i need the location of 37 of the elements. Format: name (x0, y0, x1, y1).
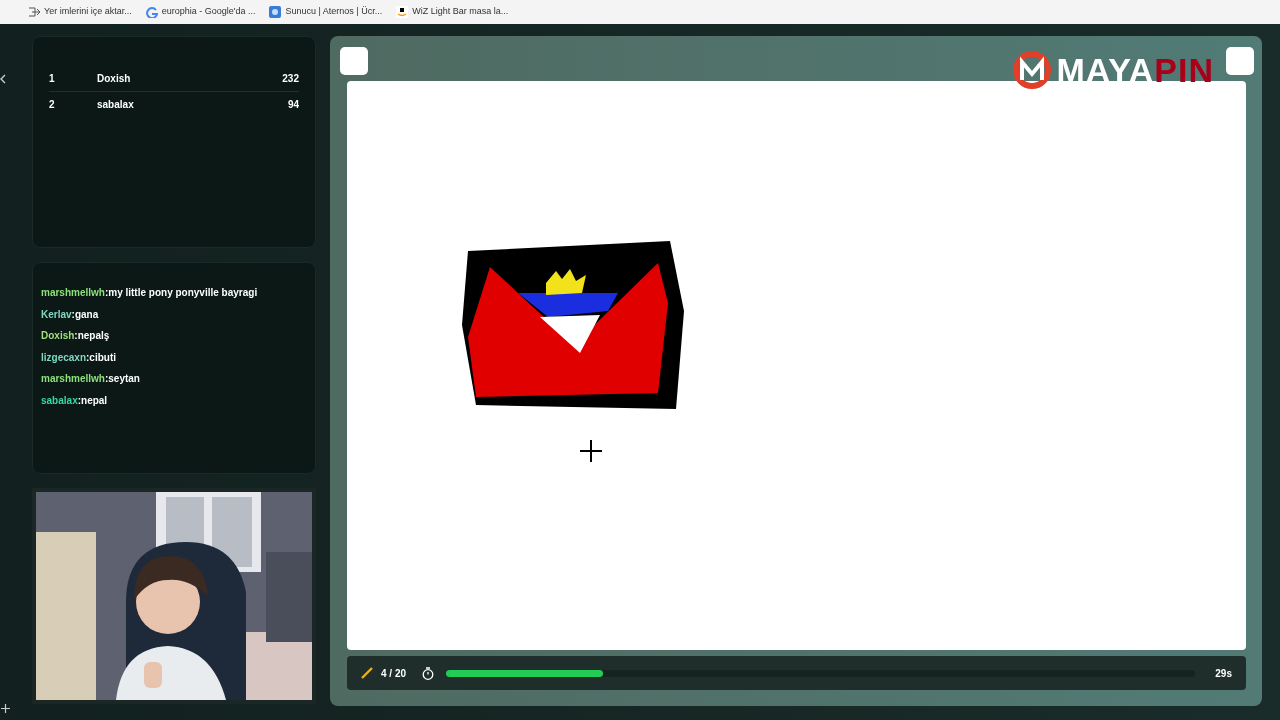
pencil-icon (361, 667, 373, 679)
stopwatch-icon (422, 666, 435, 680)
tool-button[interactable] (1226, 47, 1254, 75)
chat-username: marshmellwh (41, 373, 105, 384)
chat-message: :nepalş (74, 330, 110, 341)
plus-icon (1, 704, 10, 713)
chat-username: marshmellwh (41, 287, 105, 298)
chat-message: :cibuti (86, 351, 117, 363)
chat-message: :my little pony ponyville bayragi (104, 287, 258, 298)
bookmark-link[interactable]: Yer imlerini içe aktar... (28, 5, 132, 19)
chevron-icon[interactable] (0, 74, 6, 84)
crosshair-icon (580, 440, 602, 462)
chat-username: Doxish (41, 330, 75, 341)
logo-text: PIN (1154, 53, 1214, 87)
time-left: 29s (1215, 666, 1232, 681)
logo-text: MAYA (1056, 53, 1155, 87)
bookmark-link[interactable]: Sunucu | Aternos | Ücr... (269, 5, 383, 19)
player-name: Doxish (97, 71, 132, 86)
chat-username: Kerlav (41, 308, 72, 320)
chat-username: lizgecaxn (41, 351, 87, 363)
tool-button[interactable] (340, 47, 368, 75)
chat-username: sabalax (41, 394, 78, 406)
bookmark-link[interactable]: WiZ Light Bar masa la... (396, 5, 509, 19)
import-icon (28, 6, 40, 18)
player-name: sabalax (97, 98, 135, 112)
chat-message: :gana (71, 308, 99, 320)
player-score: 94 (287, 98, 299, 112)
bookmark-link[interactable]: europhia - Google'da ... (145, 5, 256, 19)
logo-icon (1012, 50, 1053, 90)
chat-message: :nepal (77, 394, 108, 406)
player-score: 232 (282, 71, 299, 86)
rank-number: 1 (49, 71, 56, 86)
drawing-canvas[interactable] (347, 81, 1246, 650)
rank-number: 2 (49, 98, 56, 112)
round-counter: 4 / 20 (381, 666, 407, 681)
search-icon (145, 6, 158, 18)
chat-message: :seytan (104, 373, 140, 384)
